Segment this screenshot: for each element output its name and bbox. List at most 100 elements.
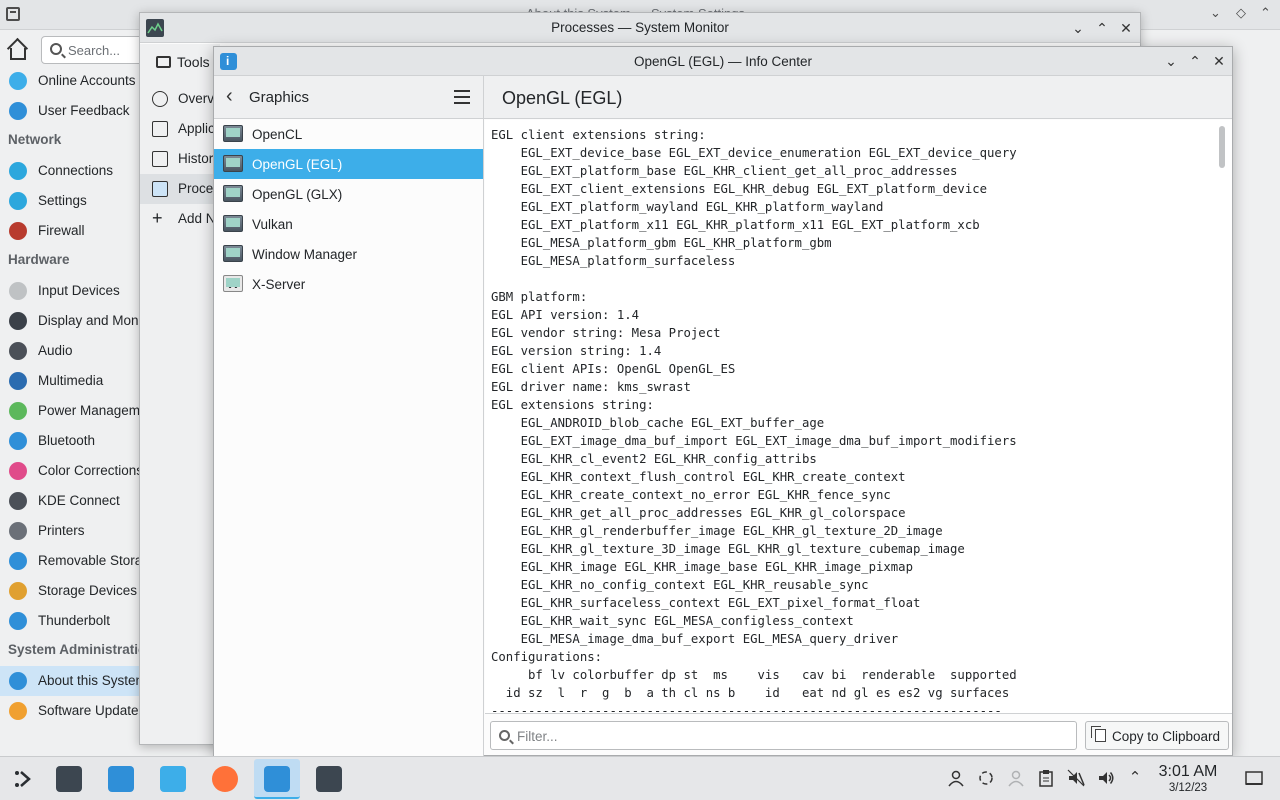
sidebar-item-label: Audio [38,343,73,358]
sidebar-item-software-update[interactable]: Software Update [0,696,140,726]
sidebar-item-multimedia[interactable]: Multimedia [0,366,140,396]
sidebar-item-kde-connect[interactable]: KDE Connect [0,486,140,516]
user-icon[interactable] [947,769,965,787]
online-accounts-icon [9,72,27,90]
sidebar-item-label: Input Devices [38,283,120,298]
muted-volume-icon[interactable] [1067,769,1085,787]
add-icon: + [152,208,163,228]
removable-storage-icon [9,552,27,570]
info-center-window: OpenGL (EGL) — Info Center ⌄ ⌃ ✕ ‹ Graph… [213,46,1233,757]
show-desktop-icon[interactable] [1245,769,1263,787]
sidebar-item-label: Connections [38,163,114,178]
sidebar-item-power-management[interactable]: Power Management [0,396,140,426]
module-item-opengl-glx[interactable]: OpenGL (GLX) [214,179,483,209]
sidebar-item-online-accounts[interactable]: Online Accounts [0,66,140,96]
tools-menu[interactable]: Tools [156,54,210,70]
maximize-icon[interactable]: ⌃ [1260,5,1271,21]
module-item-vulkan[interactable]: Vulkan [214,209,483,239]
sidebar-item-audio[interactable]: Audio [0,336,140,366]
sidebar-item-input-devices[interactable]: Input Devices [0,276,140,306]
power-management-icon [9,402,27,420]
clipboard-icon[interactable] [1037,769,1055,787]
sidebar-item-printers[interactable]: Printers [0,516,140,546]
about-this-system-icon [9,672,27,690]
dolphin-icon [160,766,186,792]
close-icon[interactable]: ✕ [1117,19,1135,37]
sysmon-page-applications[interactable]: Applications [140,114,220,144]
sidebar-item-removable-storage[interactable]: Removable Storage [0,546,140,576]
sidebar-item-connections[interactable]: Connections [0,156,140,186]
sidebar-item-color-corrections[interactable]: Color Corrections [0,456,140,486]
minimize-icon[interactable]: ⌄ [1069,19,1087,37]
digital-clock[interactable]: 3:01 AM 3/12/23 [1150,763,1226,794]
hamburger-menu-icon[interactable] [454,90,470,104]
info-center-taskbar-button[interactable] [254,759,300,799]
back-arrow-icon[interactable]: ‹ [226,86,246,106]
overview-icon [152,91,168,107]
firefox-taskbar-button[interactable] [202,759,248,799]
window-manager-icon [223,245,243,262]
volume-icon[interactable] [1097,769,1115,787]
sidebar-item-display-and-monitor[interactable]: Display and Monitor [0,306,140,336]
hamburger-menu-icon[interactable] [6,6,22,22]
discover-taskbar-button[interactable] [98,759,144,799]
sidebar-item-bluetooth[interactable]: Bluetooth [0,426,140,456]
user-switcher-icon[interactable] [1007,769,1025,787]
copy-to-clipboard-button[interactable]: Copy to Clipboard [1085,721,1229,750]
sidebar-item-storage-devices[interactable]: Storage Devices [0,576,140,606]
sidebar-item-user-feedback[interactable]: User Feedback [0,96,140,126]
close-icon[interactable]: ✕ [1210,52,1228,70]
info-text-view[interactable]: EGL client extensions string: EGL_EXT_de… [485,120,1232,714]
sidebar-item-label: Display and Monitor [38,313,140,328]
sidebar-item-label: Software Update [38,703,139,718]
system-settings-taskbar-button[interactable] [46,759,92,799]
sidebar-item-label: Bluetooth [38,433,96,448]
module-item-label: OpenCL [252,127,303,142]
show-hidden-icons-chevron-icon[interactable]: ⌃ [1126,769,1144,787]
copy-icon [1091,726,1106,742]
sysmon-page-add-new-page[interactable]: +Add New Page [140,204,220,234]
info-center-title: OpenGL (EGL) — Info Center [633,54,813,69]
printers-icon [9,522,27,540]
system-monitor-sidebar: Tools OverviewApplicationsHistoryProcess… [140,44,220,744]
search-icon [499,730,510,741]
copy-to-clipboard-label: Copy to Clipboard [1112,729,1221,744]
page-header: OpenGL (EGL) [484,76,1232,119]
module-item-window-manager[interactable]: Window Manager [214,239,483,269]
filter-field[interactable] [490,721,1077,750]
maximize-icon[interactable]: ⌃ [1093,19,1111,37]
module-item-x-server[interactable]: X X-Server [214,269,483,299]
system-monitor-taskbar-button[interactable] [306,759,352,799]
minimize-icon[interactable]: ⌄ [1162,52,1180,70]
sidebar-item-firewall[interactable]: Firewall [0,216,140,246]
module-item-opengl-egl[interactable]: OpenGL (EGL) [214,149,483,179]
sidebar-item-about-this-system[interactable]: About this System [0,666,140,696]
dolphin-taskbar-button[interactable] [150,759,196,799]
home-icon[interactable] [6,37,30,62]
kde-connect-icon[interactable] [977,769,995,787]
sysmon-page-overview[interactable]: Overview [140,84,220,114]
module-item-opencl[interactable]: OpenCL [214,119,483,149]
clock-time: 3:01 AM [1158,763,1218,780]
sidebar-item-thunderbolt[interactable]: Thunderbolt [0,606,140,636]
toolbox-icon [156,56,171,68]
bluetooth-icon [9,432,27,450]
taskbar: ⌃ 3:01 AM 3/12/23 [0,756,1280,800]
page-title: OpenGL (EGL) [502,88,623,108]
sysmon-page-history[interactable]: History [140,144,220,174]
keep-above-icon[interactable]: ◇ [1236,5,1246,21]
maximize-icon[interactable]: ⌃ [1186,52,1204,70]
system-monitor-titlebar: Processes — System Monitor ⌄ ⌃ ✕ [140,13,1140,43]
vertical-scrollbar[interactable] [1219,126,1225,168]
app-launcher-icon [10,766,36,792]
sidebar-item-settings[interactable]: Settings [0,186,140,216]
minimize-icon[interactable]: ⌄ [1210,5,1221,21]
filter-input[interactable] [517,727,1057,745]
module-item-label: Vulkan [252,217,293,232]
sidebar-item-label: Multimedia [38,373,104,388]
sidebar-item-label: Power Management [38,403,140,418]
tools-label: Tools [177,54,210,70]
app-launcher-taskbar-button[interactable] [0,759,46,799]
sysmon-page-processes[interactable]: Processes [140,174,220,204]
settings-search-input[interactable]: Search... [41,36,140,64]
